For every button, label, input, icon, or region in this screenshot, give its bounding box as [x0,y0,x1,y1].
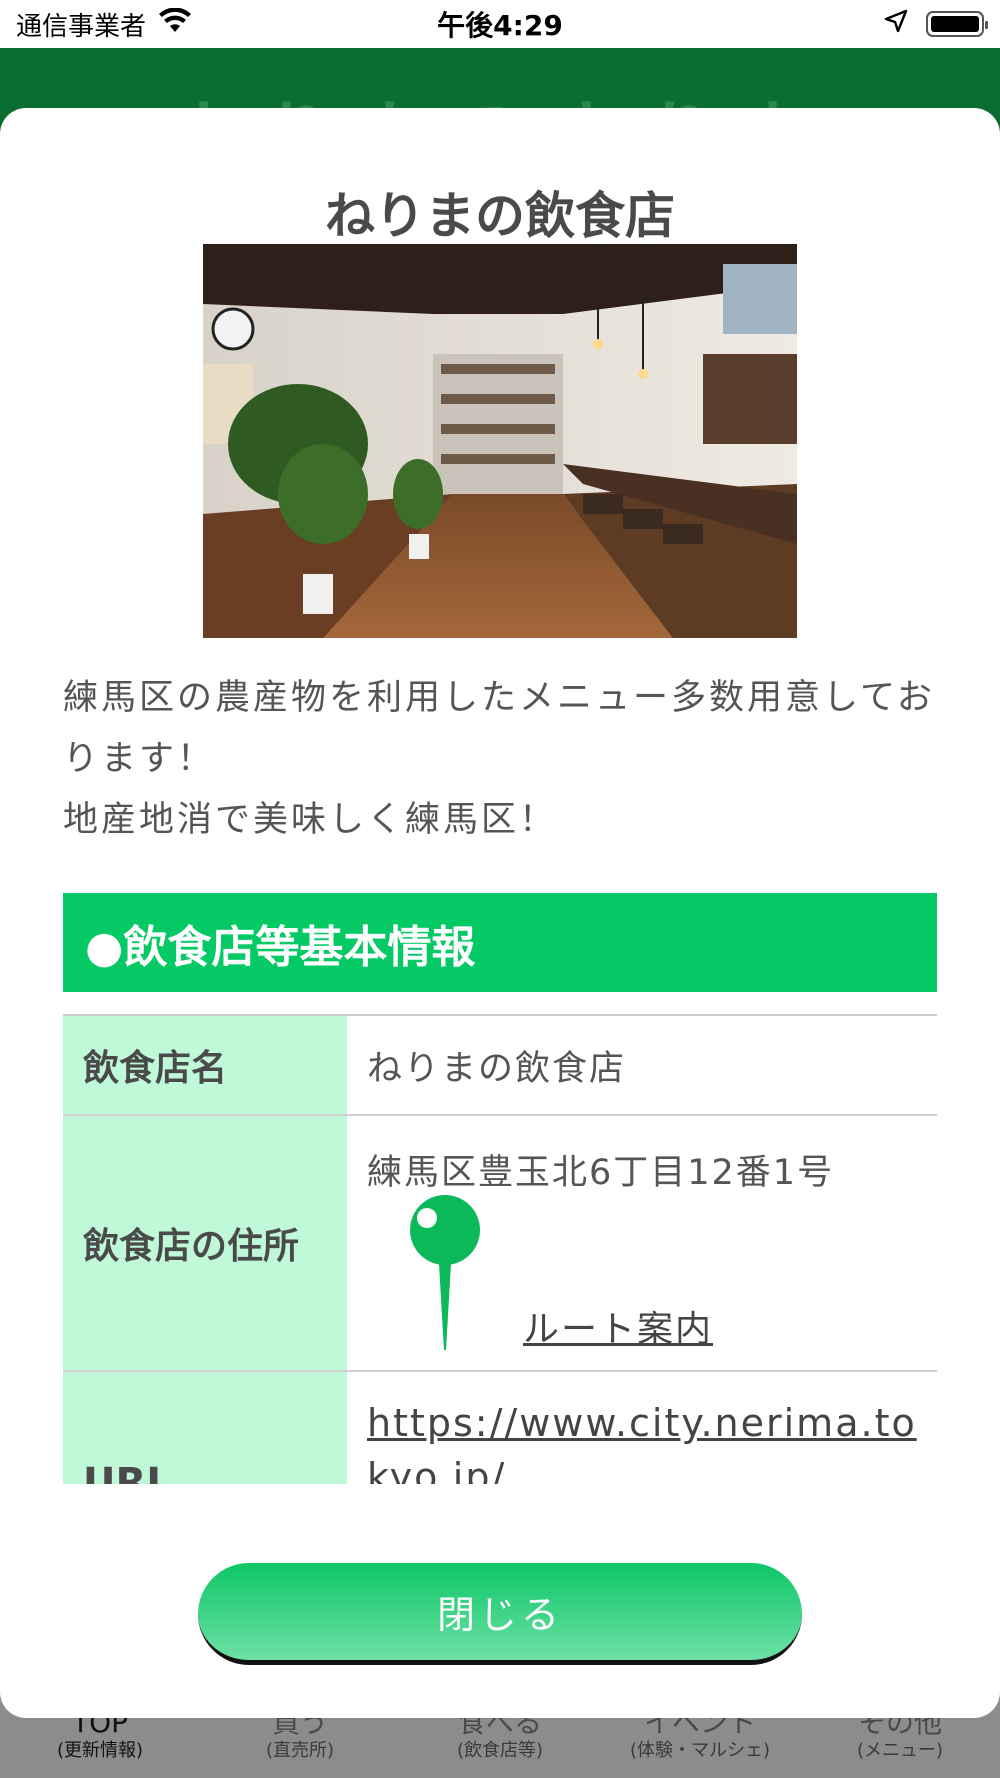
restaurant-photo [203,244,797,638]
tab-eat-sub: (飲食店等) [456,1740,544,1761]
close-button[interactable]: 閉じる [198,1563,802,1665]
status-right [684,9,988,40]
tab-top-sub: (更新情報) [56,1740,144,1761]
carrier-label: 通信事業者 [16,11,147,42]
address-value: 練馬区豊玉北6丁目12番1号 [367,1153,835,1193]
status-bar: 通信事業者 午後4:29 [0,0,1000,48]
address-cell: 練馬区豊玉北6丁目12番1号 ルート案内 [347,1116,937,1370]
restaurant-detail-modal: ねりまの飲食店 練馬区の農産物を利用したメニュー多数用意しております！ 地産地消… [0,108,1000,1718]
table-row-address: 飲食店の住所 練馬区豊玉北6丁目12番1号 ルート案内 [63,1116,937,1372]
status-time: 午後4:29 [437,9,563,42]
tab-event-sub: (体験・マルシェ) [629,1740,771,1761]
battery-icon [926,11,988,37]
restaurant-description: 練馬区の農産物を利用したメニュー多数用意しております！ 地産地消で美味しく練馬区… [63,668,943,851]
url-label: URL [63,1372,347,1484]
name-label: 飲食店名 [63,1016,347,1114]
tab-buy-sub: (直売所) [265,1740,335,1761]
route-guide-link[interactable]: ルート案内 [523,1300,713,1352]
map-pin-icon[interactable] [405,1194,485,1354]
address-label: 飲食店の住所 [63,1116,347,1370]
table-row-name: 飲食店名 ねりまの飲食店 [63,1016,937,1116]
name-value: ねりまの飲食店 [367,1048,627,1089]
table-row-url: URL https://www.city.nerima.tokyo.jp/ [63,1372,937,1484]
description-line-2: 地産地消で美味しく練馬区！ [63,800,558,840]
description-line-1: 練馬区の農産物を利用したメニュー多数用意しております！ [63,678,935,779]
location-arrow-icon [884,9,908,40]
tab-other-sub: (メニュー) [856,1740,944,1761]
battery-level [931,16,979,32]
wifi-icon [158,7,192,41]
modal-title: ねりまの飲食店 [325,187,675,245]
url-link[interactable]: https://www.city.nerima.tokyo.jp/ [347,1372,937,1484]
section-header-basic-info: ●飲食店等基本情報 [63,893,937,992]
status-left: 通信事業者 [16,6,316,43]
info-table: 飲食店名 ねりまの飲食店 飲食店の住所 練馬区豊玉北6丁目12番1号 ルート案内… [63,1014,937,1484]
